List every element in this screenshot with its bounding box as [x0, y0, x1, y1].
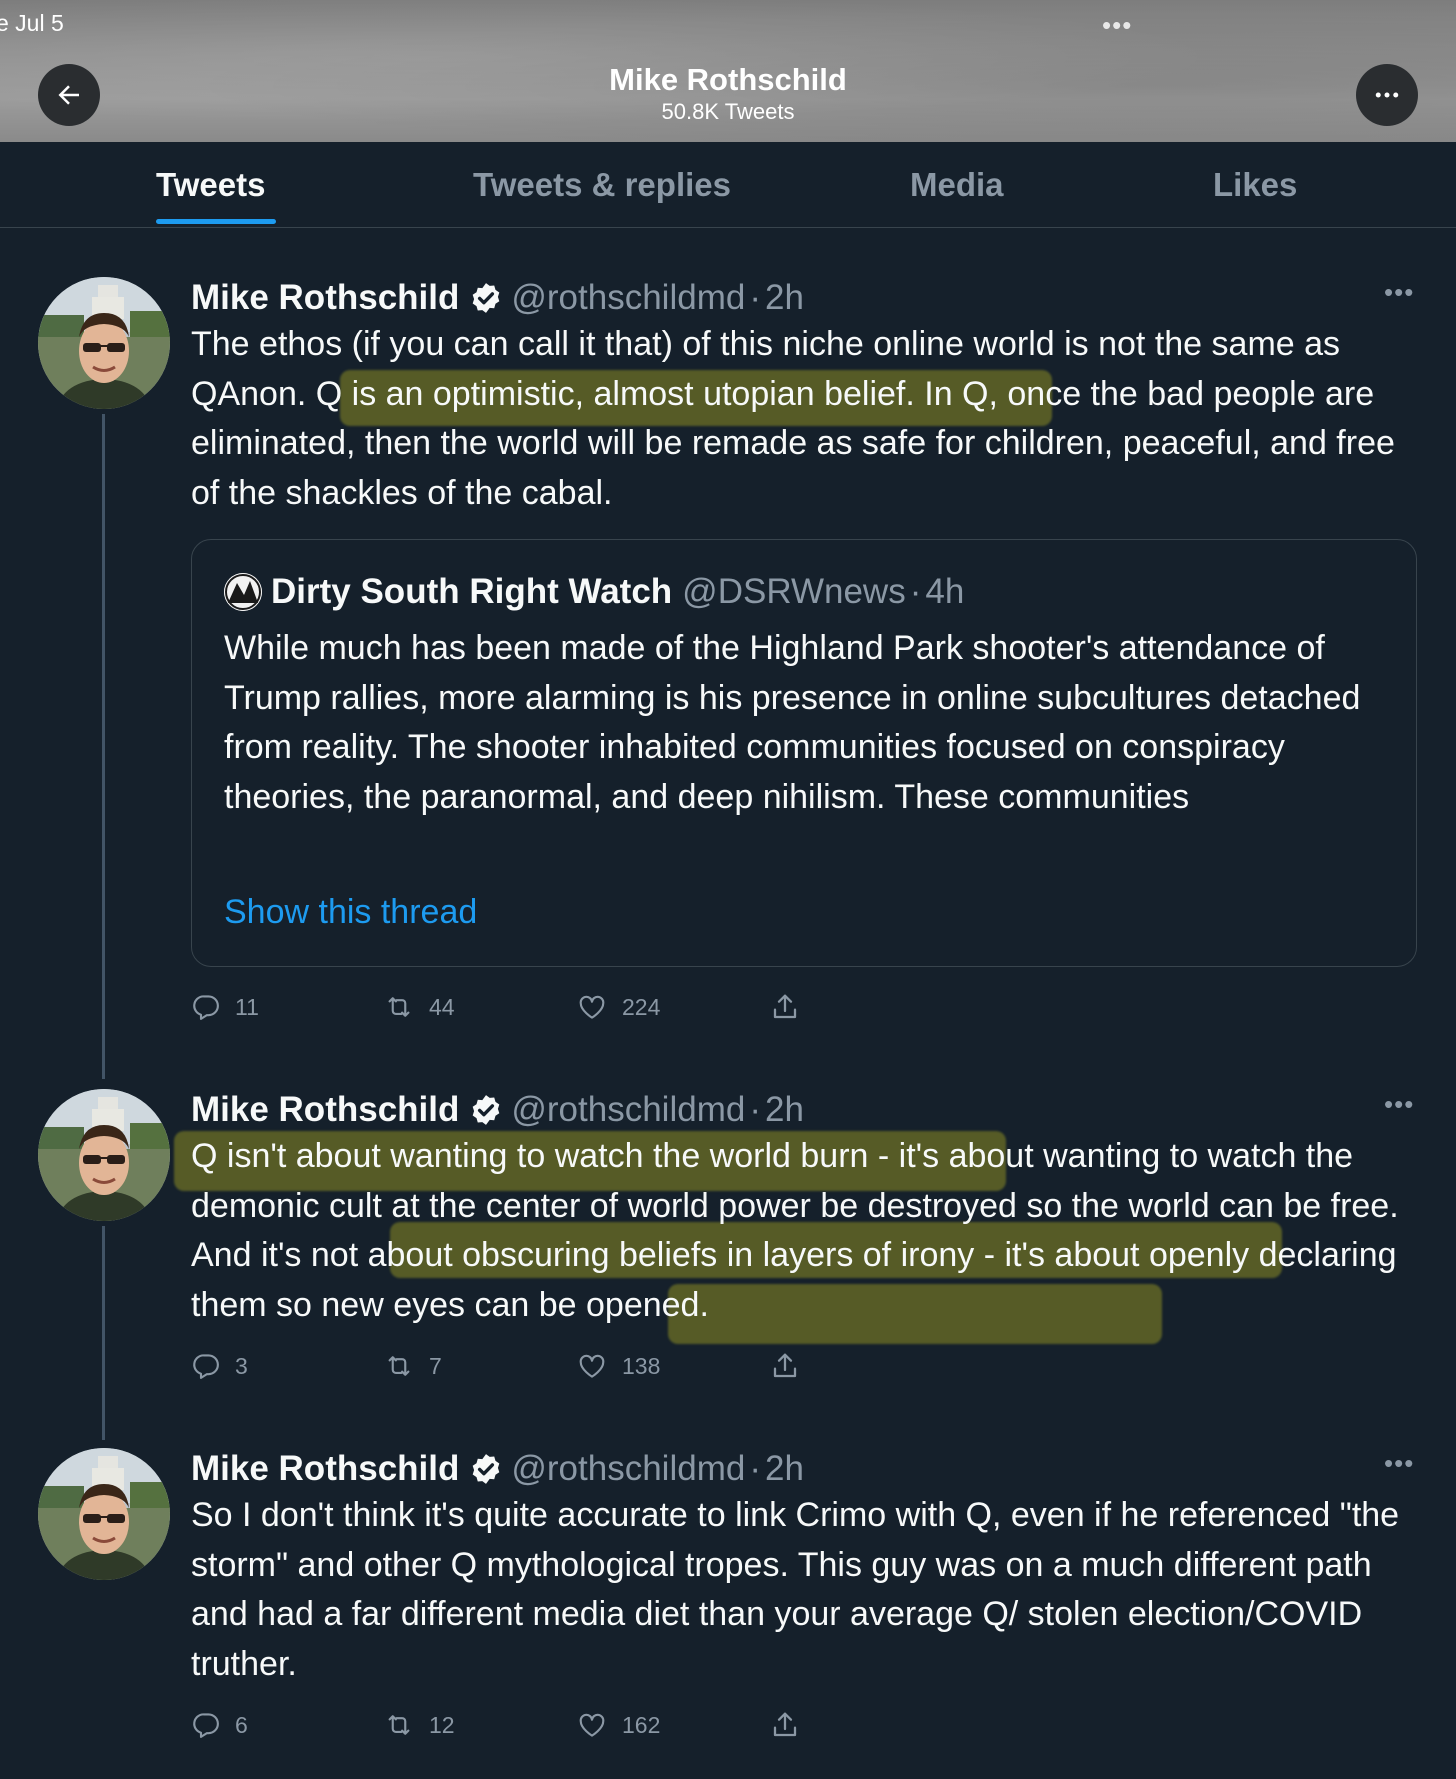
like-button[interactable]: 138	[576, 1346, 660, 1386]
profile-name-title: Mike Rothschild	[609, 62, 847, 97]
heart-icon	[579, 995, 605, 1019]
show-thread-link[interactable]: Show this thread	[224, 893, 477, 932]
reply-count: 3	[235, 1352, 248, 1379]
like-count: 138	[622, 1352, 661, 1379]
share-button[interactable]	[769, 987, 801, 1027]
share-button[interactable]	[769, 1705, 801, 1745]
share-icon	[773, 1353, 797, 1378]
retweet-button[interactable]: 44	[383, 987, 455, 1027]
author-name[interactable]: Mike Rothschild	[191, 278, 459, 318]
tweet-more-icon[interactable]: •••	[1384, 1089, 1414, 1120]
more-horizontal-icon	[1375, 92, 1399, 98]
avatar[interactable]	[38, 277, 170, 409]
reply-count: 6	[235, 1711, 248, 1738]
active-tab-indicator	[156, 219, 276, 224]
quoted-author-name: Dirty South Right Watch	[271, 572, 673, 611]
reply-count: 11	[235, 993, 259, 1020]
retweet-count: 12	[429, 1711, 455, 1738]
tweet-more-icon[interactable]: •••	[1384, 1448, 1414, 1479]
tab-likes[interactable]: Likes	[1213, 142, 1297, 228]
tweet-count: 50.8K Tweets	[661, 99, 795, 124]
author-handle[interactable]: @rothschildmd	[511, 1090, 745, 1130]
timestamp[interactable]: 2h	[765, 278, 804, 318]
multitask-dots[interactable]: •••	[1102, 10, 1132, 41]
retweet-count: 7	[429, 1352, 442, 1379]
retweet-button[interactable]: 7	[383, 1346, 442, 1386]
tab-tweets[interactable]: Tweets	[156, 142, 265, 228]
reply-icon	[193, 1354, 219, 1379]
thread-connector	[102, 414, 105, 1079]
retweet-icon	[388, 997, 410, 1017]
share-icon	[773, 994, 797, 1019]
retweet-count: 44	[429, 993, 455, 1020]
heart-icon	[579, 1713, 605, 1737]
tweet-header: Mike Rothschild @rothschildmd · 2h	[191, 1088, 804, 1132]
verified-badge-icon	[473, 283, 500, 313]
tweet-header: Mike Rothschild @rothschildmd · 2h	[191, 276, 804, 320]
reply-button[interactable]: 3	[191, 1346, 248, 1386]
like-button[interactable]: 224	[576, 987, 660, 1027]
retweet-icon	[388, 1715, 410, 1735]
reply-button[interactable]: 6	[191, 1705, 248, 1745]
separator-dot: ·	[749, 278, 761, 317]
separator-dot: ·	[749, 1090, 761, 1129]
avatar[interactable]	[38, 1448, 170, 1580]
reply-button[interactable]: 11	[191, 987, 259, 1027]
tweet-actions: 6 12 162	[191, 1705, 831, 1745]
retweet-icon	[388, 1356, 410, 1376]
tweet-text: The ethos (if you can call it that) of t…	[191, 325, 1395, 512]
tweet-more-icon[interactable]: •••	[1384, 277, 1414, 308]
share-icon	[773, 1712, 797, 1737]
separator-dot: ·	[909, 572, 922, 611]
tweet-text: Q isn't about wanting to watch the world…	[191, 1137, 1399, 1324]
author-name[interactable]: Mike Rothschild	[191, 1090, 459, 1130]
tab-tweets-replies[interactable]: Tweets & replies	[473, 142, 731, 228]
quoted-tweet-text: While much has been made of the Highland…	[224, 629, 1361, 816]
quoted-avatar	[224, 573, 262, 611]
profile-tabs: Tweets Tweets & replies Media Likes	[0, 142, 1456, 228]
status-date: e Jul 5	[0, 10, 64, 36]
share-button[interactable]	[769, 1346, 801, 1386]
reply-icon	[193, 1713, 219, 1738]
quoted-tweet-header: Dirty South Right Watch @DSRWnews · 4h	[224, 572, 964, 612]
tweet-actions: 3 7 138	[191, 1346, 831, 1386]
tab-media[interactable]: Media	[910, 142, 1004, 228]
separator-dot: ·	[749, 1449, 761, 1488]
more-options-button[interactable]	[1356, 64, 1418, 126]
reply-icon	[193, 995, 219, 1020]
like-button[interactable]: 162	[576, 1705, 660, 1745]
quoted-timestamp: 4h	[925, 572, 965, 611]
verified-badge-icon	[473, 1095, 500, 1125]
like-count: 224	[622, 993, 661, 1020]
verified-badge-icon	[473, 1454, 500, 1484]
timestamp[interactable]: 2h	[765, 1090, 804, 1130]
thread-connector	[102, 1226, 105, 1440]
author-name[interactable]: Mike Rothschild	[191, 1449, 459, 1489]
quoted-author-handle: @DSRWnews	[682, 572, 906, 611]
tweet-header: Mike Rothschild @rothschildmd · 2h	[191, 1447, 804, 1491]
avatar[interactable]	[38, 1089, 170, 1221]
like-count: 162	[622, 1711, 661, 1738]
tweet-text: So I don't think it's quite accurate to …	[191, 1496, 1400, 1683]
heart-icon	[579, 1354, 605, 1378]
author-handle[interactable]: @rothschildmd	[511, 1449, 745, 1489]
timestamp[interactable]: 2h	[765, 1449, 804, 1489]
author-handle[interactable]: @rothschildmd	[511, 278, 745, 318]
quoted-tweet-card[interactable]: Dirty South Right Watch @DSRWnews · 4h W…	[191, 539, 1417, 967]
tweet-actions: 11 44 224	[191, 987, 831, 1027]
retweet-button[interactable]: 12	[383, 1705, 455, 1745]
